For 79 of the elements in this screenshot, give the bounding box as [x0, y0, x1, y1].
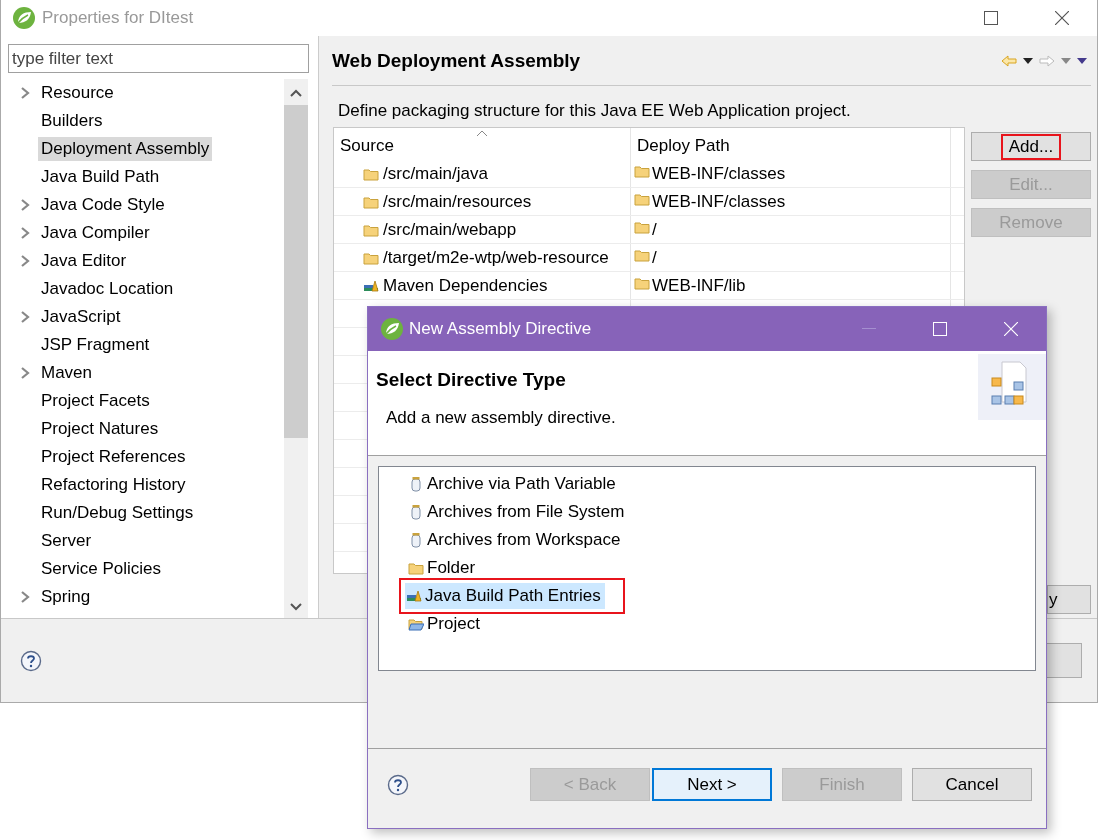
add-button[interactable]: Add... [971, 132, 1091, 161]
tree-item[interactable]: Resource [38, 81, 117, 105]
folder-icon [634, 191, 650, 207]
apply-button[interactable]: y [1047, 585, 1091, 614]
tree-item[interactable]: Spring [38, 585, 94, 609]
tree-item[interactable]: Java Compiler [38, 221, 153, 245]
page-title: Web Deployment Assembly [332, 49, 581, 72]
list-item[interactable]: Archives from Workspace [405, 526, 631, 554]
tree-item[interactable]: Refactoring History [38, 473, 189, 497]
close-icon [1003, 322, 1018, 336]
jar-icon [408, 476, 424, 492]
tree-item[interactable]: Deployment Assembly [38, 137, 213, 161]
table-cell: WEB-INF/lib [652, 275, 746, 296]
leaf-logo-icon [12, 6, 36, 30]
leaf-logo-icon [380, 317, 404, 341]
close-icon [1054, 11, 1069, 25]
folder-icon [634, 247, 650, 263]
chevron-right-icon[interactable] [20, 366, 30, 380]
maximize-icon [983, 11, 998, 25]
tree-item[interactable]: Builders [38, 109, 106, 133]
help-icon [387, 773, 409, 796]
table-cell: /src/main/java [383, 163, 488, 184]
folder-icon [634, 163, 650, 179]
help-icon [20, 649, 42, 672]
folder-icon [634, 219, 650, 235]
list-item[interactable]: Archives from File System [405, 498, 631, 526]
table-cell: WEB-INF/classes [652, 191, 786, 212]
chevron-right-icon[interactable] [20, 86, 30, 100]
table-cell: /src/main/webapp [383, 219, 517, 240]
maximize-icon [932, 322, 947, 336]
tree-item[interactable]: Java Build Path [38, 165, 163, 189]
books-icon [406, 588, 422, 604]
chevron-right-icon[interactable] [20, 198, 30, 212]
list-item[interactable]: Java Build Path Entries [399, 578, 625, 614]
chevron-right-icon[interactable] [20, 310, 30, 324]
table-cell: /target/m2e-wtp/web-resource [383, 247, 609, 268]
tree-item[interactable]: Project Facets [38, 389, 153, 413]
cancel-button[interactable]: Cancel [912, 768, 1032, 801]
chevron-right-icon[interactable] [20, 254, 30, 268]
table-cell: Maven Dependencies [383, 275, 548, 296]
window-title: Properties for DItest [42, 8, 194, 28]
tree-item[interactable]: Run/Debug Settings [38, 501, 197, 525]
tree-item[interactable]: Maven [38, 361, 96, 385]
column-header[interactable]: Source [334, 128, 631, 160]
jar-icon [408, 504, 424, 520]
tree-item[interactable]: Java Code Style [38, 193, 168, 217]
tree-item[interactable]: JSP Fragment [38, 333, 153, 357]
scroll-up-icon[interactable] [290, 89, 302, 97]
folder-icon [408, 560, 424, 576]
dialog-heading: Select Directive Type [376, 369, 567, 391]
tree-item[interactable]: Project Natures [38, 417, 162, 441]
chevron-right-icon[interactable] [20, 590, 30, 604]
filter-field[interactable]: type filter text [8, 44, 309, 73]
folder-icon [634, 275, 650, 291]
dialog-title: New Assembly Directive [409, 319, 592, 339]
column-header[interactable]: Deploy Path [631, 128, 951, 160]
tree-item[interactable]: Javadoc Location [38, 277, 177, 301]
table-cell: / [652, 247, 657, 268]
table-cell: WEB-INF/classes [652, 163, 786, 184]
tree-item[interactable]: Project References [38, 445, 189, 469]
table-cell: /src/main/resources [383, 191, 532, 212]
next-button[interactable]: Next > [652, 768, 772, 801]
chevron-right-icon[interactable] [20, 226, 30, 240]
menu-dropdown-icon[interactable] [1077, 57, 1087, 64]
scroll-down-icon[interactable] [290, 603, 302, 611]
scroll-thumb[interactable] [284, 105, 308, 438]
open-folder-icon [408, 616, 424, 632]
page-description: Define packaging structure for this Java EE Web Application project. [338, 101, 852, 121]
scrollbar[interactable] [284, 79, 308, 618]
minimize-icon [861, 328, 876, 330]
jar-icon [408, 532, 424, 548]
tree-item[interactable]: JavaScript [38, 305, 124, 329]
tree-item[interactable]: Server [38, 529, 95, 553]
dialog-description: Add a new assembly directive. [386, 408, 617, 428]
dropdown-icon[interactable] [1023, 57, 1033, 64]
tree-item[interactable]: Service Policies [38, 557, 164, 581]
table-cell: / [652, 219, 657, 240]
tree-item[interactable]: Java Editor [38, 249, 130, 273]
list-item[interactable]: Archive via Path Variable [405, 470, 631, 498]
